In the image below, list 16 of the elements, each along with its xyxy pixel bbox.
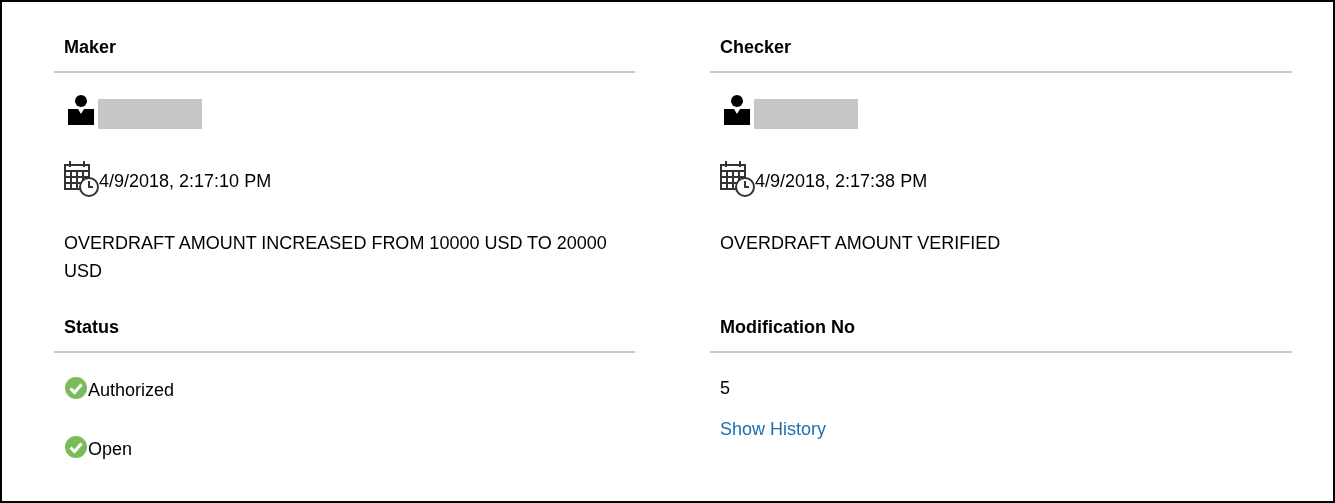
section-heading: Status <box>63 316 120 339</box>
show-history-link[interactable]: Show History <box>710 419 827 439</box>
section-heading: Maker <box>63 36 118 59</box>
section-heading: Modification No <box>719 316 856 339</box>
timestamp: 4/9/2018, 2:17:38 PM <box>755 170 928 192</box>
timestamp: 4/9/2018, 2:17:10 PM <box>99 170 272 192</box>
description: OVERDRAFT AMOUNT VERIFIED <box>719 232 1002 255</box>
section-heading: Checker <box>719 36 793 59</box>
modification-number: 5 <box>719 377 731 400</box>
user-icon <box>724 95 750 125</box>
description: OVERDRAFT AMOUNT INCREASED FROM 10000 USD TO 20000 USD <box>63 232 608 283</box>
status-label: Open <box>88 438 133 460</box>
calendar-clock-icon <box>64 159 99 197</box>
status-label: Authorized <box>88 379 175 401</box>
user-icon <box>68 95 94 125</box>
calendar-clock-icon <box>720 159 755 197</box>
